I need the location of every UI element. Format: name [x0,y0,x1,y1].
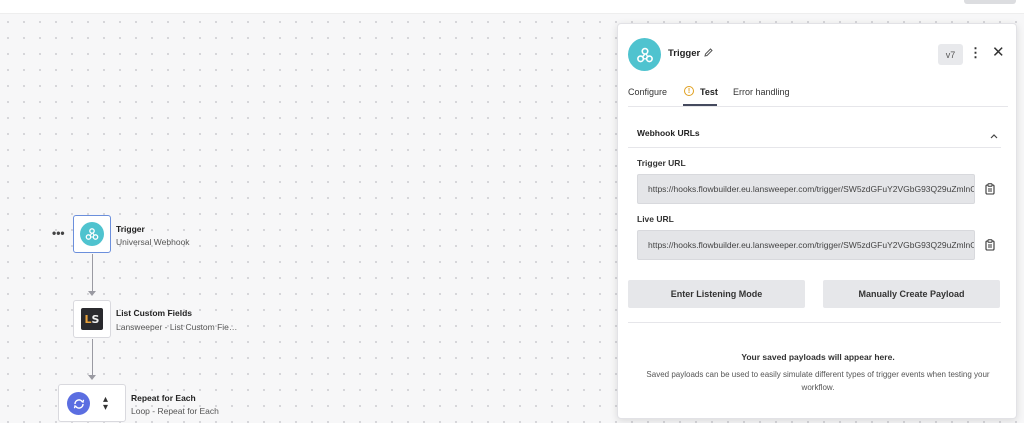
connector-arrow [88,291,96,296]
panel-title: Trigger [668,48,701,59]
list-custom-fields-title: List Custom Fields [116,308,193,318]
warning-icon: ! [684,86,694,96]
payload-divider [628,322,1001,323]
kebab-menu-icon[interactable]: ⋮ [969,46,982,59]
list-custom-fields-subtitle: Lansweeper - List Custom Fie… [116,322,238,332]
section-divider [628,147,1001,148]
trigger-settings-panel: Trigger v7 ⋮ ✕ Configure ! Test Error ha… [617,23,1017,419]
connector-arrow [88,375,96,380]
repeat-for-each-node[interactable]: ▴ ▾ [58,384,126,422]
webhook-icon [80,222,104,246]
top-bar-button[interactable] [964,0,1016,4]
repeat-for-each-title: Repeat for Each [131,393,196,403]
trigger-node[interactable] [73,215,111,253]
tab-configure[interactable]: Configure [628,87,667,97]
empty-payloads-description: Saved payloads can be used to easily sim… [646,370,990,392]
repeat-for-each-subtitle: Loop - Repeat for Each [131,406,219,416]
webhook-urls-heading: Webhook URLs [637,128,700,138]
enter-listening-mode-button[interactable]: Enter Listening Mode [628,280,805,308]
edit-pencil-icon[interactable] [703,45,714,63]
trigger-url-label: Trigger URL [637,158,686,168]
loop-icon [67,392,90,415]
top-bar [0,0,1024,14]
sort-icon[interactable]: ▴ ▾ [103,395,108,413]
copy-clipboard-icon[interactable] [985,182,995,200]
list-custom-fields-node[interactable]: LS [73,300,111,338]
close-icon[interactable]: ✕ [992,45,1005,60]
lansweeper-logo: LS [81,308,103,330]
version-badge[interactable]: v7 [938,44,963,65]
empty-payloads-title: Your saved payloads will appear here. [741,352,895,362]
manually-create-payload-button[interactable]: Manually Create Payload [823,280,1000,308]
chevron-up-icon[interactable] [989,127,999,145]
connector-line [92,254,93,292]
tab-error-handling[interactable]: Error handling [733,87,790,97]
tab-test[interactable]: Test [700,87,718,97]
trigger-node-subtitle: Universal Webhook [116,237,190,247]
trigger-url-field[interactable]: https://hooks.flowbuilder.eu.lansweeper.… [637,174,975,204]
trigger-node-title: Trigger [116,224,145,234]
live-url-field[interactable]: https://hooks.flowbuilder.eu.lansweeper.… [637,230,975,260]
tabs-divider [628,106,1008,107]
node-more-menu[interactable]: ••• [52,226,65,240]
copy-clipboard-icon[interactable] [985,238,995,256]
webhook-icon [628,38,661,71]
live-url-label: Live URL [637,214,674,224]
connector-line [92,339,93,376]
